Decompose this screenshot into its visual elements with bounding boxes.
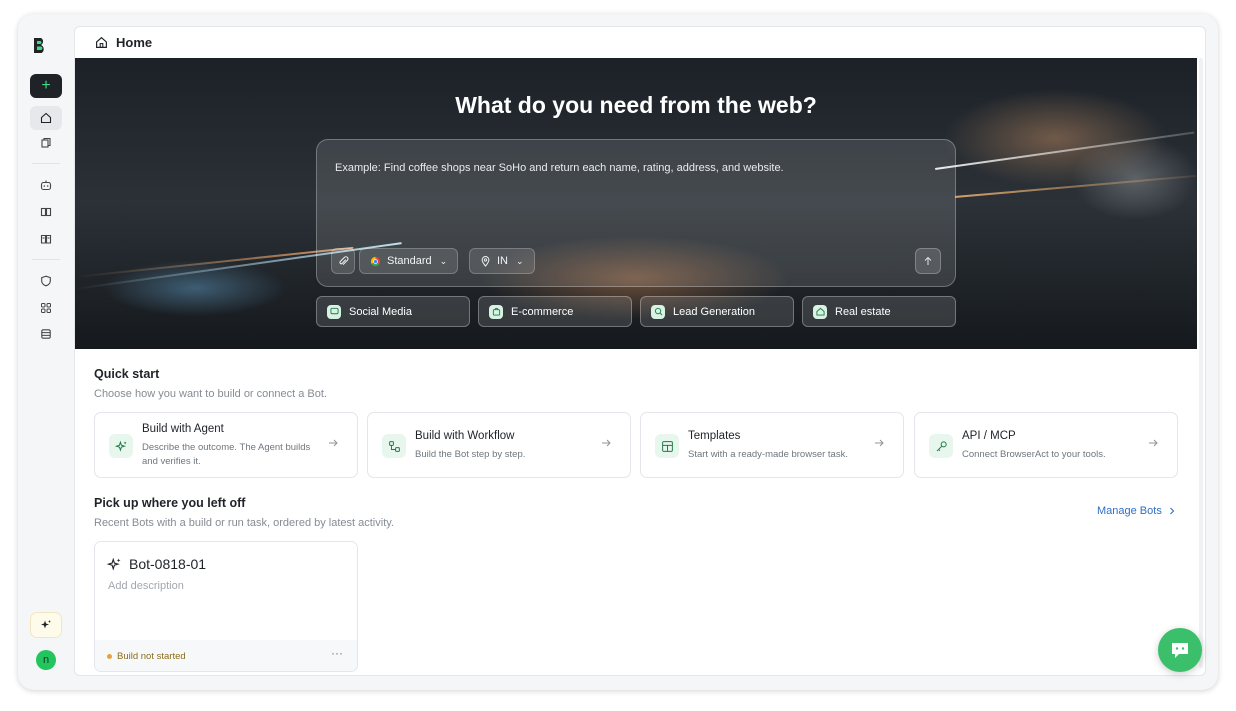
sidebar-item-security[interactable] bbox=[30, 269, 62, 293]
prompt-box[interactable]: Example: Find coffee shops near SoHo and… bbox=[316, 139, 956, 287]
bot-card-body: Bot-0818-01 Add description bbox=[95, 542, 357, 640]
sidebar-item-apps[interactable] bbox=[30, 296, 62, 320]
light-streak bbox=[934, 131, 1195, 170]
light-streak bbox=[954, 174, 1197, 198]
status-dot bbox=[107, 654, 112, 659]
sidebar-divider bbox=[32, 163, 60, 164]
location-pin-icon bbox=[481, 255, 490, 267]
workflow-icon bbox=[382, 434, 406, 458]
sidebar-item-library[interactable] bbox=[30, 200, 62, 224]
quick-start-card-api[interactable]: API / MCP Connect BrowserAct to your too… bbox=[914, 412, 1178, 478]
light-streak bbox=[75, 246, 354, 278]
shopping-bag-icon bbox=[489, 304, 503, 319]
scrollbar[interactable] bbox=[1199, 58, 1203, 668]
recent-subtitle: Recent Bots with a build or run task, or… bbox=[94, 517, 394, 529]
category-chip-lead-generation[interactable]: Lead Generation bbox=[640, 296, 794, 327]
category-chip-ecommerce[interactable]: E-commerce bbox=[478, 296, 632, 327]
book-icon bbox=[40, 234, 52, 244]
bot-description[interactable]: Add description bbox=[108, 580, 184, 592]
quick-start-card-agent[interactable]: Build with Agent Describe the outcome. T… bbox=[94, 412, 358, 478]
sidebar-item-docs[interactable] bbox=[30, 227, 62, 251]
grid-icon bbox=[41, 303, 51, 313]
chat-bubble-icon bbox=[1172, 643, 1188, 658]
home-icon bbox=[40, 112, 52, 124]
files-icon bbox=[41, 137, 51, 148]
columns-icon bbox=[40, 207, 52, 217]
quick-start-title: Quick start bbox=[94, 367, 160, 381]
template-icon bbox=[655, 434, 679, 458]
arrow-right-icon bbox=[1149, 439, 1158, 447]
chevron-down-icon: ⌄ bbox=[439, 255, 448, 266]
chat-icon bbox=[327, 304, 341, 319]
arrow-right-icon bbox=[875, 439, 884, 447]
shield-icon bbox=[41, 275, 51, 287]
robot-icon bbox=[40, 180, 52, 191]
mode-label: Standard bbox=[387, 255, 432, 267]
chevron-down-icon: ⌄ bbox=[516, 255, 524, 266]
sidebar: + n bbox=[18, 14, 74, 690]
recent-title: Pick up where you left off bbox=[94, 496, 246, 510]
arrow-up-icon bbox=[924, 256, 932, 265]
region-label: IN bbox=[497, 255, 508, 267]
arrow-right-icon bbox=[602, 439, 611, 447]
main-panel: Home What do you need from the web? Exam… bbox=[74, 26, 1206, 676]
quick-start-card-templates[interactable]: Templates Start with a ready-made browse… bbox=[640, 412, 904, 478]
chat-support-button[interactable] bbox=[1158, 628, 1202, 672]
app-window: + n Home What do you need from the web? … bbox=[18, 14, 1218, 690]
plus-icon: + bbox=[41, 77, 51, 94]
category-chip-social-media[interactable]: Social Media bbox=[316, 296, 470, 327]
user-avatar[interactable]: n bbox=[36, 650, 56, 670]
house-icon bbox=[813, 304, 827, 319]
more-options-button[interactable]: ··· bbox=[331, 646, 343, 660]
category-chip-real-estate[interactable]: Real estate bbox=[802, 296, 956, 327]
region-dropdown[interactable]: IN ⌄ bbox=[469, 248, 535, 274]
sidebar-item-files[interactable] bbox=[30, 131, 62, 155]
sidebar-item-bots[interactable] bbox=[30, 173, 62, 197]
bot-card[interactable]: Bot-0818-01 Add description Build not st… bbox=[94, 541, 358, 672]
mode-dropdown[interactable]: Standard ⌄ bbox=[359, 248, 459, 274]
database-icon bbox=[41, 329, 51, 339]
home-icon bbox=[96, 36, 107, 48]
quick-start-subtitle: Choose how you want to build or connect … bbox=[94, 388, 327, 400]
page-title: Home bbox=[116, 35, 153, 50]
prompt-input[interactable]: Example: Find coffee shops near SoHo and… bbox=[335, 162, 784, 174]
sparkle-icon bbox=[107, 557, 121, 571]
new-button[interactable]: + bbox=[30, 74, 62, 98]
hero-banner: What do you need from the web? Example: … bbox=[75, 58, 1197, 349]
chevron-right-icon bbox=[1169, 507, 1175, 515]
hero-title: What do you need from the web? bbox=[455, 92, 817, 118]
attach-button[interactable] bbox=[331, 248, 355, 274]
brand-logo-icon[interactable] bbox=[32, 36, 48, 54]
page-header: Home bbox=[75, 27, 1205, 58]
quick-start-card-workflow[interactable]: Build with Workflow Build the Bot step b… bbox=[367, 412, 631, 478]
search-person-icon bbox=[651, 304, 665, 319]
chrome-icon bbox=[370, 256, 381, 266]
sidebar-item-home[interactable] bbox=[30, 106, 62, 130]
status-badge: Build not started bbox=[107, 651, 186, 662]
arrow-right-icon bbox=[329, 439, 338, 447]
manage-bots-link[interactable]: Manage Bots bbox=[1097, 505, 1176, 517]
send-button[interactable] bbox=[915, 248, 941, 274]
ai-assist-button[interactable] bbox=[30, 612, 62, 638]
sidebar-item-data[interactable] bbox=[30, 322, 62, 346]
bot-card-footer: Build not started ··· bbox=[95, 640, 357, 671]
paperclip-icon bbox=[338, 255, 348, 265]
bot-name: Bot-0818-01 bbox=[129, 556, 207, 572]
sparkle-icon bbox=[109, 434, 133, 458]
sparkle-icon bbox=[41, 620, 51, 629]
key-icon bbox=[929, 434, 953, 458]
sidebar-divider bbox=[32, 259, 60, 260]
